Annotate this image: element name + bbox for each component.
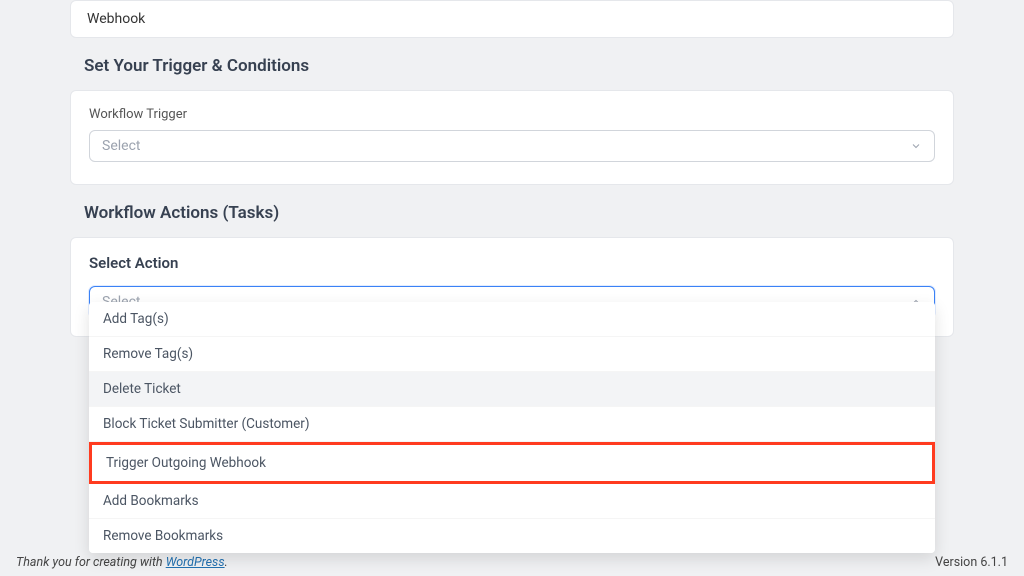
- footer-link[interactable]: WordPress: [166, 555, 225, 570]
- chevron-down-icon: [910, 140, 922, 152]
- workflow-trigger-placeholder: Select: [102, 138, 140, 154]
- dropdown-option[interactable]: Remove Tag(s): [89, 337, 935, 372]
- trigger-card: Workflow Trigger Select: [70, 90, 954, 185]
- footer-version: Version 6.1.1: [935, 555, 1008, 570]
- webhook-label: Webhook: [87, 11, 145, 27]
- footer-suffix: .: [225, 555, 228, 570]
- dropdown-option[interactable]: Remove Bookmarks: [89, 519, 935, 553]
- footer: Thank you for creating with WordPress. V…: [16, 555, 1008, 570]
- actions-section-title: Workflow Actions (Tasks): [84, 203, 954, 223]
- webhook-card: Webhook: [70, 0, 954, 38]
- action-card: Select Action Select Add Tag(s)Remove Ta…: [70, 237, 954, 337]
- dropdown-option[interactable]: Trigger Outgoing Webhook: [89, 442, 935, 484]
- workflow-trigger-select[interactable]: Select: [89, 130, 935, 162]
- dropdown-option[interactable]: Block Ticket Submitter (Customer): [89, 407, 935, 442]
- trigger-section-title: Set Your Trigger & Conditions: [84, 56, 954, 76]
- dropdown-option[interactable]: Delete Ticket: [89, 372, 935, 407]
- select-action-title: Select Action: [89, 254, 935, 272]
- action-dropdown: Add Tag(s)Remove Tag(s)Delete TicketBloc…: [89, 302, 935, 553]
- footer-prefix: Thank you for creating with: [16, 555, 166, 570]
- dropdown-option[interactable]: Add Tag(s): [89, 302, 935, 337]
- workflow-trigger-label: Workflow Trigger: [89, 107, 935, 122]
- dropdown-option[interactable]: Add Bookmarks: [89, 484, 935, 519]
